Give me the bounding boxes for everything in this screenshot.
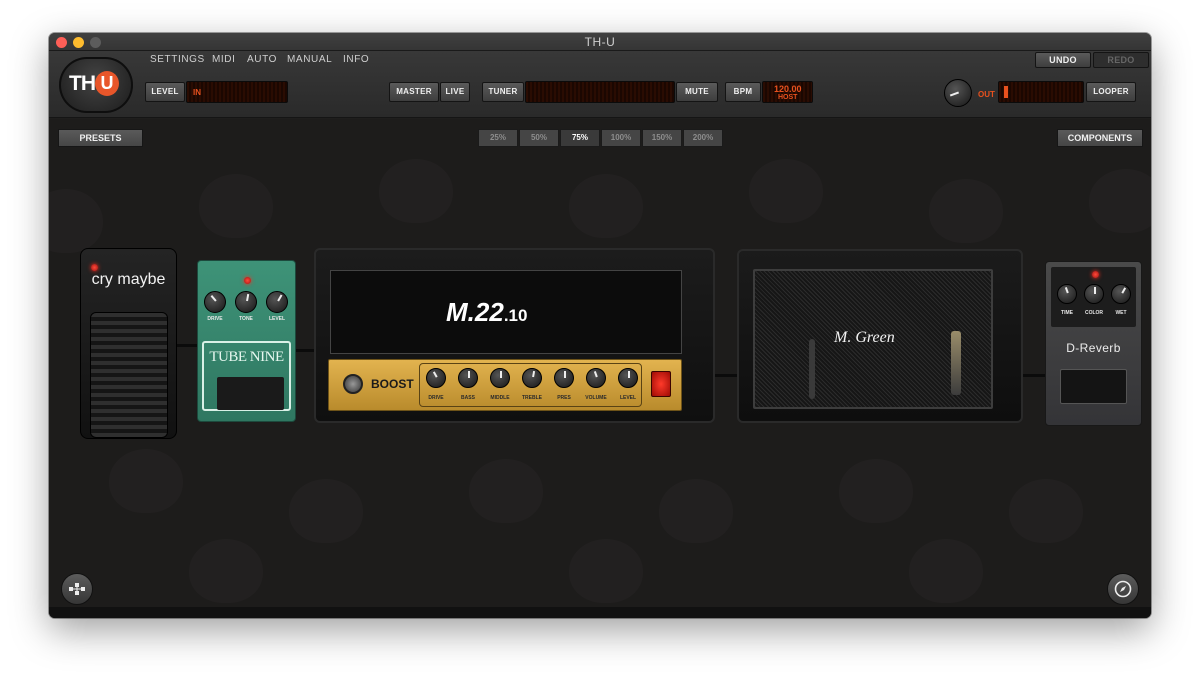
wah-treadle[interactable] <box>90 312 168 438</box>
zoom-150-button[interactable]: 150% <box>642 129 682 147</box>
tube-nine-name: TUBE NINE <box>209 349 284 365</box>
bpm-button[interactable]: BPM <box>725 82 761 102</box>
output-volume-knob[interactable] <box>944 79 972 107</box>
amp-knob-label-volume: VOLUME <box>585 395 607 401</box>
reverb-knob-label-wet: WET <box>1115 310 1127 316</box>
tube-footswitch[interactable] <box>217 377 284 410</box>
bpm-value: 120.00 <box>774 84 802 94</box>
tube-nine-name-panel: TUBE NINE <box>202 341 291 411</box>
amp-grille: M.22.10 <box>330 270 682 354</box>
output-label: OUT <box>978 90 995 99</box>
master-button[interactable]: MASTER <box>389 82 439 102</box>
cable <box>714 374 739 377</box>
tube-drive-knob[interactable] <box>204 291 226 313</box>
redo-button[interactable]: REDO <box>1093 52 1149 68</box>
reverb-control-panel: TIME COLOR WET <box>1051 267 1136 327</box>
bpm-display[interactable]: 120.00 HOST <box>762 81 813 103</box>
tuner-display <box>525 81 675 103</box>
amp-volume-knob[interactable] <box>586 368 606 388</box>
components-button[interactable]: COMPONENTS <box>1057 129 1143 147</box>
zoom-100-button[interactable]: 100% <box>601 129 641 147</box>
cable <box>1022 374 1046 377</box>
amp-knob-label-treble: TREBLE <box>522 395 542 401</box>
tube-tone-knob[interactable] <box>235 291 257 313</box>
top-toolbar: TH U SETTINGS MIDI AUTO MANUAL INFO UNDO… <box>49 51 1151 118</box>
amp-drive-knob[interactable] <box>426 368 446 388</box>
output-level-meter <box>998 81 1084 103</box>
tuner-button[interactable]: TUNER <box>482 82 524 102</box>
microphone-1[interactable] <box>809 339 815 399</box>
th-u-logo: TH U <box>59 57 133 113</box>
presets-button[interactable]: PRESETS <box>58 129 143 147</box>
reverb-wet-knob[interactable] <box>1111 284 1131 304</box>
output-meter-bar <box>1004 86 1008 98</box>
wah-pedal[interactable]: cry maybe <box>80 248 177 439</box>
horizontal-scrollbar[interactable] <box>49 607 1151 618</box>
logo-text-th: TH <box>69 72 96 95</box>
amp-knob-label-bass: BASS <box>461 395 475 401</box>
tube-knob-label-drive: DRIVE <box>207 316 223 322</box>
tube-nine-led <box>244 277 251 284</box>
zoom-25-button[interactable]: 25% <box>478 129 518 147</box>
amp-knob-row: DRIVE BASS MIDDLE TREBLE PRES VOLUME LEV… <box>419 363 642 407</box>
cabinet-name: M. Green <box>834 329 895 346</box>
window-title: TH-U <box>584 35 616 49</box>
reverb-time-knob[interactable] <box>1057 284 1077 304</box>
tube-level-knob[interactable] <box>266 291 288 313</box>
microphone-2[interactable] <box>951 331 961 395</box>
bpm-source: HOST <box>778 94 798 101</box>
menu-auto[interactable]: AUTO <box>247 54 277 65</box>
amp-treble-knob[interactable] <box>522 368 542 388</box>
amp-knob-label-level: LEVEL <box>619 395 637 401</box>
compass-icon[interactable] <box>1107 573 1139 605</box>
title-bar: TH-U <box>49 33 1151 51</box>
reverb-knob-label-time: TIME <box>1061 310 1073 316</box>
amp-bass-knob[interactable] <box>458 368 478 388</box>
reverb-name: D-Reverb <box>1066 341 1121 355</box>
wah-pedal-name: cry maybe <box>91 271 166 288</box>
menu-info[interactable]: INFO <box>343 54 369 65</box>
mute-button[interactable]: MUTE <box>676 82 718 102</box>
amp-input-jack[interactable] <box>343 374 363 394</box>
input-level-meter: IN <box>186 81 288 103</box>
logo-text-u: U <box>95 71 119 96</box>
amp-control-panel: BOOST DRIVE BASS MIDDLE TREBLE PRES VOLU… <box>328 359 682 411</box>
reverb-led <box>1092 271 1099 278</box>
looper-button[interactable]: LOOPER <box>1086 82 1136 102</box>
boost-label: BOOST <box>371 377 414 391</box>
zoom-75-button[interactable]: 75% <box>560 129 600 147</box>
tube-knob-label-tone: TONE <box>239 316 253 322</box>
reverb-knob-label-color: COLOR <box>1084 310 1104 316</box>
amp-level-knob[interactable] <box>618 368 638 388</box>
input-label: IN <box>193 88 201 97</box>
amp-middle-knob[interactable] <box>490 368 510 388</box>
menu-manual[interactable]: MANUAL <box>287 54 332 65</box>
live-button[interactable]: LIVE <box>440 82 470 102</box>
zoom-200-button[interactable]: 200% <box>683 129 723 147</box>
speaker-cabinet[interactable]: M. Green <box>737 249 1023 423</box>
wah-led <box>91 264 98 271</box>
amp-knob-label-middle: MIDDLE <box>490 395 510 401</box>
amp-presence-knob[interactable] <box>554 368 574 388</box>
amp-knob-label-presence: PRES <box>557 395 571 401</box>
app-window: TH-U TH U SETTINGS MIDI AUTO MANUAL INFO… <box>49 33 1151 618</box>
pedalboard-canvas[interactable]: PRESETS COMPONENTS 25% 50% 75% 100% 150%… <box>49 119 1151 618</box>
amp-head[interactable]: M.22.10 BOOST DRIVE BASS MIDDLE TREBLE P… <box>314 248 715 423</box>
tube-knob-label-level: LEVEL <box>268 316 286 322</box>
zoom-50-button[interactable]: 50% <box>519 129 559 147</box>
menu-midi[interactable]: MIDI <box>212 54 236 65</box>
reverb-color-knob[interactable] <box>1084 284 1104 304</box>
reverb-footswitch[interactable] <box>1060 369 1127 404</box>
tube-nine-pedal[interactable]: DRIVE TONE LEVEL TUBE NINE <box>197 260 296 422</box>
menu-settings[interactable]: SETTINGS <box>150 54 205 65</box>
d-reverb-pedal[interactable]: TIME COLOR WET D-Reverb <box>1045 261 1142 426</box>
undo-button[interactable]: UNDO <box>1035 52 1091 68</box>
amp-knob-label-drive: DRIVE <box>428 395 444 401</box>
amp-power-switch[interactable] <box>651 371 671 397</box>
level-button[interactable]: LEVEL <box>145 82 185 102</box>
routing-icon[interactable] <box>61 573 93 605</box>
amp-name: M.22.10 <box>446 297 528 327</box>
